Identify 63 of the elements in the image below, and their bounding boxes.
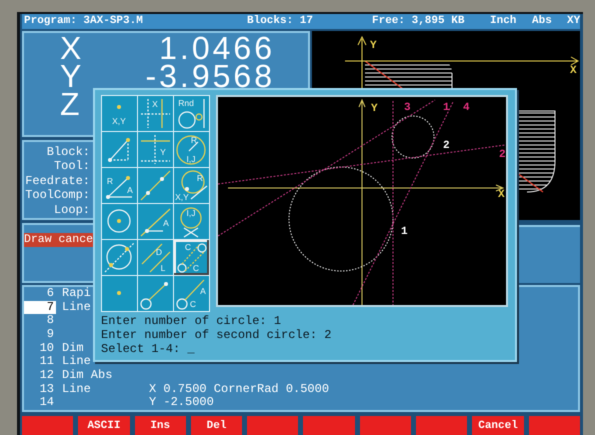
tool-button[interactable]: R I,J	[174, 132, 209, 167]
mode-indicator: Abs	[532, 15, 553, 28]
tool-button[interactable]: R A	[102, 168, 137, 203]
line-number: 10	[38, 342, 55, 356]
softkey-button[interactable]: ASCII	[78, 416, 130, 435]
command-text: Line	[62, 354, 91, 368]
parameter-text: Y -2.5000	[149, 396, 214, 410]
block-count: Blocks: 17	[247, 15, 314, 28]
tool-button[interactable]: Rnd	[174, 96, 209, 131]
line-number: 2	[499, 149, 506, 161]
axis-label: X	[570, 64, 577, 77]
tool-button[interactable]: R X,Y	[174, 168, 209, 203]
axis-letter: X	[60, 34, 82, 62]
tool-button[interactable]: X,Y	[102, 96, 137, 131]
program-name: Program: 3AX-SP3.M	[24, 15, 144, 28]
softkey-button[interactable]: Cancel	[472, 416, 524, 435]
command-text: Dim	[62, 340, 84, 355]
command-text: Rapi	[62, 286, 91, 300]
position-value: -3.9568	[145, 62, 275, 90]
line-number: 14	[38, 396, 55, 410]
softkey-button[interactable]: Ins	[134, 416, 186, 435]
field-label: Feedrate:	[24, 174, 90, 188]
status-message: Draw cance	[24, 232, 94, 247]
units-indicator: Inch	[490, 15, 518, 28]
tool-button[interactable]: D L	[138, 240, 173, 275]
field-label: ToolComp:	[24, 188, 90, 203]
line-number: 11	[38, 355, 55, 369]
prompt-text: Select 1-4: _	[101, 342, 195, 356]
field-label: Tool:	[52, 159, 90, 174]
tool-button[interactable]: A C	[174, 276, 209, 311]
axis-label: X	[498, 189, 505, 201]
line-number: 12	[38, 368, 55, 383]
tool-button[interactable]: Y	[138, 132, 173, 167]
position-value: 1.0466	[159, 34, 275, 62]
axis-letter: Z	[60, 90, 80, 118]
command-text: Dim Abs	[62, 368, 112, 382]
line-number: 6	[46, 286, 55, 300]
line-number: 3	[404, 102, 411, 114]
plane-indicator: XY	[567, 15, 580, 28]
line-number: 9	[46, 328, 55, 342]
prompt-text: Enter number of second circle: 2	[101, 328, 332, 342]
free-memory: Free: 3,895 KB	[372, 15, 466, 28]
circle-number: 1	[401, 226, 408, 238]
line-number: 7	[24, 300, 56, 314]
axis-letter: Y	[60, 62, 82, 90]
command-text: Line	[62, 382, 91, 396]
prompt-text: Enter number of circle: 1	[101, 314, 282, 328]
tool-button[interactable]: C C	[174, 240, 209, 275]
line-number: 13	[38, 382, 55, 396]
circle-number: 2	[443, 140, 450, 152]
tool-button[interactable]: X	[138, 96, 173, 131]
softkey-button[interactable]: Del	[190, 416, 242, 435]
axis-label: Y	[370, 40, 377, 52]
line-number: 8	[46, 314, 55, 328]
parameter-text: X 0.7500 CornerRad 0.5000	[149, 382, 330, 396]
line-number: 1	[443, 102, 450, 114]
axis-label: Y	[371, 103, 378, 115]
line-number: 4	[463, 102, 470, 114]
tool-button[interactable]: A	[138, 204, 173, 239]
field-label: Block:	[46, 144, 90, 160]
field-label: Loop:	[52, 202, 90, 218]
command-text: Line	[62, 300, 91, 314]
tool-button[interactable]: I,J	[174, 204, 209, 239]
